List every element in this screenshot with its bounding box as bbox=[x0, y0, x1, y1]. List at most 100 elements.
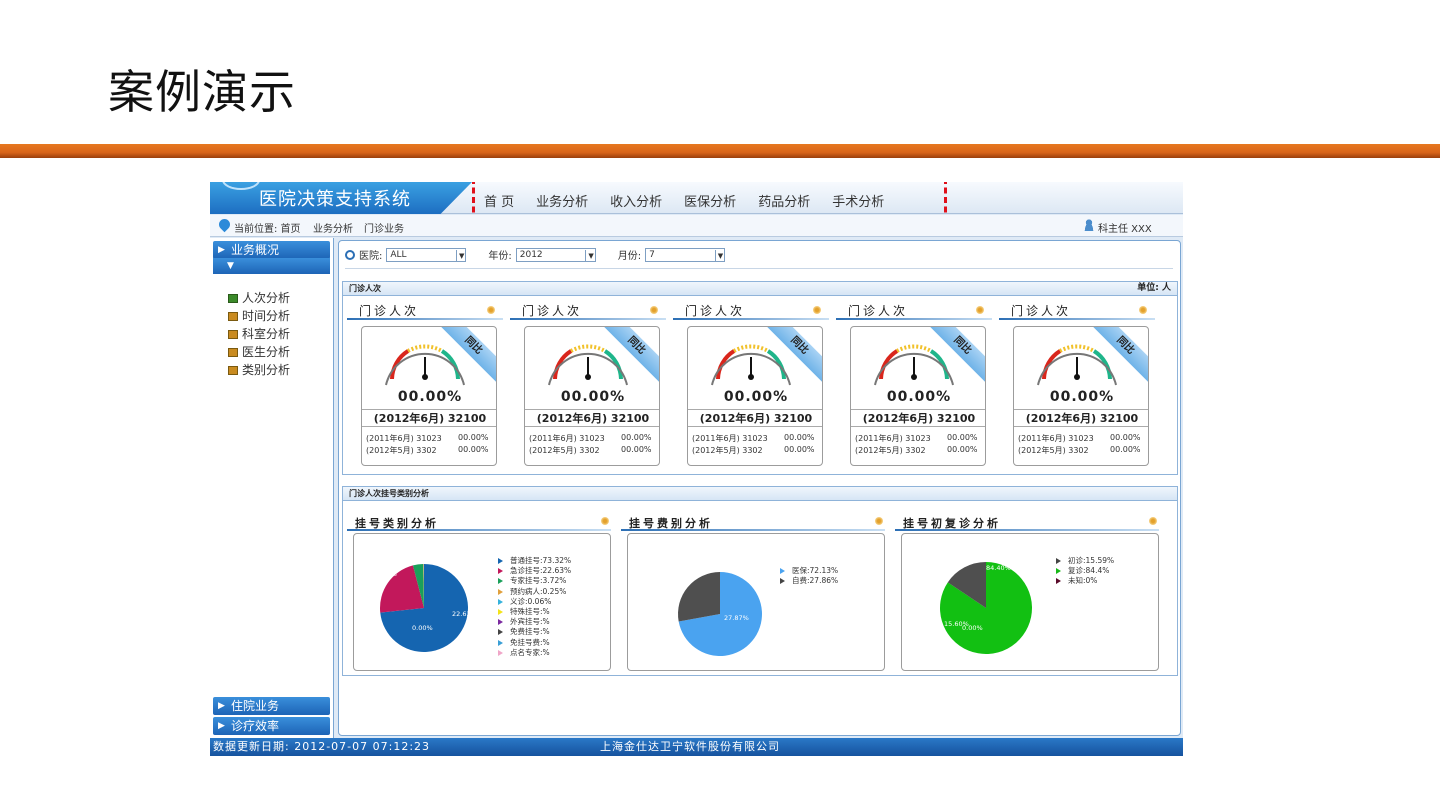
legend-item: 未知:0% bbox=[1054, 576, 1114, 586]
registration-panel-header: 门诊人次挂号类别分析 bbox=[343, 487, 1177, 501]
prev-month-row: (2012年5月) 3302 00.00% bbox=[529, 445, 652, 455]
sidebar-head-efficiency[interactable]: 诊疗效率 bbox=[213, 717, 330, 735]
pie-title-underline bbox=[895, 529, 1159, 531]
search-icon bbox=[345, 249, 355, 260]
location-pin-icon bbox=[216, 216, 233, 233]
current-value: (2012年6月) 32100 bbox=[362, 409, 496, 427]
logo-swoosh-icon bbox=[222, 182, 260, 190]
collapse-flower-icon[interactable] bbox=[601, 517, 609, 525]
legend-marker-icon bbox=[498, 639, 503, 646]
current-value: (2012年6月) 32100 bbox=[851, 409, 985, 427]
card-title-underline bbox=[836, 318, 992, 320]
app-title: 医院决策支持系统 bbox=[259, 189, 411, 210]
collapse-flower-icon[interactable] bbox=[875, 517, 883, 525]
hospital-select[interactable]: ALL bbox=[386, 247, 467, 262]
gauge-percent: 00.00% bbox=[886, 389, 952, 405]
gauge-dial-icon bbox=[874, 344, 954, 386]
gauge-card: 同比 00.00% (2012年6月) 32100 (2011年6月) 3102… bbox=[1013, 326, 1149, 466]
legend-item: 义诊:0.06% bbox=[496, 597, 571, 607]
gauge-dial-icon bbox=[385, 344, 465, 386]
legend-item: 专家挂号:3.72% bbox=[496, 576, 571, 586]
pie-legend: 初诊:15.59% 复诊:84.4% 未知:0% bbox=[1054, 556, 1114, 587]
prev-month-row: (2012年5月) 3302 00.00% bbox=[692, 445, 815, 455]
app-logo: 医院决策支持系统 bbox=[210, 182, 472, 214]
outpatient-panel: 门诊人次 单位: 人 门诊人次 同比 00.00% (2012年6月) 32100… bbox=[342, 281, 1178, 475]
legend-marker-icon bbox=[498, 588, 503, 595]
legend-label: 义诊:0.06% bbox=[510, 596, 552, 606]
user-icon bbox=[1083, 219, 1095, 231]
legend-item: 点名专家:% bbox=[496, 648, 571, 658]
gauge-dial-icon bbox=[711, 344, 791, 386]
card-title-underline bbox=[673, 318, 829, 320]
legend-marker-icon bbox=[498, 568, 503, 575]
sidebar-item-visits[interactable]: 人次分析 bbox=[228, 289, 290, 306]
chart-icon bbox=[228, 366, 238, 375]
legend-marker-icon bbox=[1056, 578, 1061, 585]
user-name[interactable]: 科主任 XXX bbox=[1098, 220, 1152, 235]
current-value: (2012年6月) 32100 bbox=[525, 409, 659, 427]
legend-marker-icon bbox=[498, 578, 503, 585]
status-footer: 数据更新日期: 2012-07-07 07:12:23 上海金仕达卫宁软件股份有… bbox=[210, 738, 1183, 756]
year-select[interactable]: 2012 bbox=[515, 247, 596, 262]
legend-item: 免费挂号:% bbox=[496, 627, 571, 637]
pie-title-underline bbox=[621, 529, 885, 531]
sidebar-head-overview[interactable]: 业务概况 bbox=[213, 241, 330, 259]
legend-label: 普通挂号:73.32% bbox=[510, 556, 572, 565]
legend-item: 初诊:15.59% bbox=[1054, 556, 1114, 566]
gauge-dial-icon bbox=[548, 344, 628, 386]
legend-label: 自费:27.86% bbox=[792, 576, 839, 586]
legend-label: 外宾挂号:% bbox=[510, 617, 550, 627]
card-title-underline bbox=[347, 318, 503, 320]
card-title: 门诊人次 bbox=[359, 304, 420, 318]
pie-legend: 医保:72.13% 自费:27.86% bbox=[778, 566, 838, 586]
prev-month-row: (2012年5月) 3302 00.00% bbox=[366, 445, 489, 455]
pie-card: 72.13% 27.87% 医保:72.13% 自费:27.86% bbox=[627, 533, 885, 671]
gauge-card: 同比 00.00% (2012年6月) 32100 (2011年6月) 3102… bbox=[524, 326, 660, 466]
sidebar-item-category[interactable]: 类别分析 bbox=[228, 361, 290, 378]
month-select[interactable]: 7 bbox=[645, 247, 726, 262]
legend-item: 外宾挂号:% bbox=[496, 617, 571, 627]
gauge-card: 同比 00.00% (2012年6月) 32100 (2011年6月) 3102… bbox=[361, 326, 497, 466]
sidebar-head-inpatient[interactable]: 住院业务 bbox=[213, 697, 330, 715]
gauge-percent: 00.00% bbox=[723, 389, 789, 405]
legend-marker-icon bbox=[498, 619, 503, 626]
pie-svg: 72.13% 27.87% bbox=[664, 572, 762, 656]
outpatient-panel-header: 门诊人次 单位: 人 bbox=[343, 282, 1177, 296]
collapse-flower-icon[interactable] bbox=[1139, 306, 1147, 314]
card-title-underline bbox=[999, 318, 1155, 320]
legend-marker-icon bbox=[498, 558, 503, 564]
pie-data-label: 27.87% bbox=[724, 614, 749, 622]
breadcrumb-location[interactable]: 当前位置: 首页 bbox=[234, 220, 301, 235]
sidebar-collapse-caret[interactable]: ▼ bbox=[213, 258, 330, 274]
collapse-flower-icon[interactable] bbox=[813, 306, 821, 314]
top-bar: 医院决策支持系统 首 页 业务分析 收入分析 医保分析 药品分析 手术分析 bbox=[210, 182, 1183, 222]
chart-icon bbox=[228, 348, 238, 357]
bar-chart-icon bbox=[228, 294, 238, 303]
legend-marker-icon bbox=[780, 568, 785, 574]
legend-item: 复诊:84.4% bbox=[1054, 566, 1114, 576]
legend-label: 专家挂号:3.72% bbox=[510, 576, 567, 586]
prev-year-row: (2011年6月) 31023 00.00% bbox=[855, 433, 978, 443]
legend-item: 特殊挂号:% bbox=[496, 607, 571, 617]
prev-year-row: (2011年6月) 31023 00.00% bbox=[692, 433, 815, 443]
hospital-label: 医院: bbox=[359, 251, 383, 262]
collapse-flower-icon[interactable] bbox=[487, 306, 495, 314]
sidebar-item-time[interactable]: 时间分析 bbox=[228, 307, 290, 324]
legend-label: 免费挂号:% bbox=[510, 627, 550, 637]
collapse-flower-icon[interactable] bbox=[1149, 517, 1157, 525]
year-label: 年份: bbox=[488, 251, 512, 262]
gauge-percent: 00.00% bbox=[397, 389, 463, 405]
breadcrumb-business[interactable]: 业务分析 bbox=[313, 220, 353, 235]
prev-month-row: (2012年5月) 3302 00.00% bbox=[1018, 445, 1141, 455]
pie-svg: 84.40%15.60%0.00% bbox=[940, 562, 1032, 654]
pie-title-underline bbox=[347, 529, 611, 531]
legend-marker-icon bbox=[498, 649, 503, 656]
legend-item: 免挂号费:% bbox=[496, 638, 571, 648]
sidebar-item-doctor[interactable]: 医生分析 bbox=[228, 343, 290, 360]
collapse-flower-icon[interactable] bbox=[650, 306, 658, 314]
breadcrumb-outpatient[interactable]: 门诊业务 bbox=[364, 220, 404, 235]
pie-svg: 73.33% 22.63% 0.00% bbox=[372, 564, 477, 652]
collapse-flower-icon[interactable] bbox=[976, 306, 984, 314]
sidebar-item-department[interactable]: 科室分析 bbox=[228, 325, 290, 342]
legend-label: 点名专家:% bbox=[510, 647, 550, 657]
